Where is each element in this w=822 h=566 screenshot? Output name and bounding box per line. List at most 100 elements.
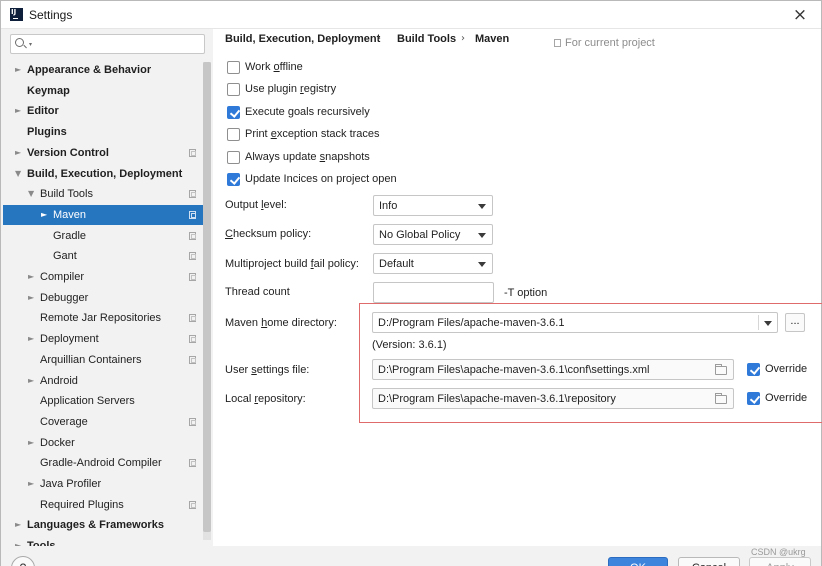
- apply-button[interactable]: Apply: [749, 557, 811, 566]
- tree-item-deployment[interactable]: ► Deployment: [3, 329, 211, 349]
- chevron-right-icon[interactable]: ►: [28, 433, 34, 453]
- tree-item-gradle[interactable]: Gradle: [3, 226, 211, 246]
- chevron-right-icon[interactable]: ►: [28, 371, 34, 391]
- chevron-right-icon[interactable]: ►: [15, 101, 21, 121]
- browse-maven-home-button[interactable]: ...: [785, 313, 805, 332]
- tree-item-debugger[interactable]: ► Debugger: [3, 288, 211, 308]
- dialog-button-bar: ? OK Cancel Apply: [1, 546, 821, 566]
- tree-item-gant[interactable]: Gant: [3, 246, 211, 266]
- chevron-down-icon[interactable]: ▼: [15, 164, 21, 184]
- thread-count-input[interactable]: [373, 282, 494, 303]
- tree-item-compiler[interactable]: ► Compiler: [3, 267, 211, 287]
- chevron-down-icon: [478, 204, 486, 209]
- settings-dialog: IJ Settings × ▾ ► Appearance & Behavior Ke…: [0, 0, 822, 566]
- work-offline-checkbox[interactable]: [227, 61, 240, 74]
- tree-item-label: Appearance & Behavior: [27, 64, 152, 76]
- breadcrumb-separator: ›: [377, 33, 381, 44]
- chevron-down-icon: [478, 262, 486, 267]
- tree-item-languages-frameworks[interactable]: ► Languages & Frameworks: [3, 515, 211, 535]
- always-update-snapshots-checkbox[interactable]: [227, 151, 240, 164]
- search-icon: [15, 38, 24, 47]
- checksum-policy-select[interactable]: No Global Policy: [373, 224, 493, 245]
- maven-home-label: Maven home directory:: [225, 317, 337, 329]
- user-settings-override-checkbox[interactable]: [747, 363, 760, 376]
- checksum-policy-label: Checksum policy:: [225, 228, 312, 240]
- chevron-down-icon[interactable]: ▼: [28, 184, 34, 204]
- tree-item-label: Deployment: [40, 333, 99, 346]
- chevron-down-icon[interactable]: [764, 321, 772, 326]
- execute-goals-recursively-checkbox[interactable]: [227, 106, 240, 119]
- project-scope-icon: [189, 355, 196, 364]
- user-settings-value: D:\Program Files\apache-maven-3.6.1\conf…: [378, 364, 650, 376]
- local-repository-override-label: Override: [765, 392, 808, 404]
- tree-scroll-thumb[interactable]: [203, 62, 211, 532]
- folder-icon[interactable]: [715, 393, 727, 404]
- chevron-right-icon[interactable]: ►: [28, 329, 34, 349]
- tree-item-gradle-android-compiler[interactable]: Gradle-Android Compiler: [3, 453, 211, 473]
- close-button[interactable]: ×: [789, 5, 811, 25]
- user-settings-input[interactable]: D:\Program Files\apache-maven-3.6.1\conf…: [372, 359, 734, 380]
- tree-item-label: Java Profiler: [40, 478, 102, 490]
- chevron-right-icon[interactable]: ►: [15, 143, 21, 163]
- tree-item-label: Remote Jar Repositories: [40, 312, 162, 325]
- tree-item-editor[interactable]: ► Editor: [3, 101, 211, 121]
- cancel-button[interactable]: Cancel: [678, 557, 740, 566]
- chevron-right-icon[interactable]: ►: [41, 205, 47, 225]
- maven-home-value[interactable]: D:/Program Files/apache-maven-3.6.1: [378, 317, 564, 329]
- thread-count-hint: -T option: [504, 287, 548, 299]
- tree-item-label: Keymap: [27, 84, 70, 97]
- tree-item-label: Required Plugins: [40, 498, 124, 511]
- ok-button[interactable]: OK: [608, 557, 668, 566]
- tree-item-build-execution-deployment[interactable]: ▼ Build, Execution, Deployment: [3, 164, 211, 184]
- tree-item-required-plugins[interactable]: Required Plugins: [3, 495, 211, 515]
- project-scope-icon: [189, 459, 196, 468]
- window-title: Settings: [29, 8, 73, 22]
- chevron-right-icon[interactable]: ►: [28, 474, 34, 494]
- tree-item-appearance-behavior[interactable]: ► Appearance & Behavior: [3, 60, 211, 80]
- output-level-select[interactable]: Info: [373, 195, 493, 216]
- settings-search-input[interactable]: ▾: [10, 34, 205, 54]
- tree-item-android[interactable]: ► Android: [3, 371, 211, 391]
- user-settings-label: User settings file:: [225, 364, 310, 376]
- tree-item-remote-jar-repositories[interactable]: Remote Jar Repositories: [3, 308, 211, 328]
- chevron-right-icon[interactable]: ►: [15, 60, 21, 80]
- chevron-right-icon[interactable]: ►: [28, 267, 34, 287]
- chevron-right-icon[interactable]: ►: [15, 515, 21, 535]
- tree-item-version-control[interactable]: ► Version Control: [3, 143, 211, 163]
- execute-goals-recursively-label: Execute goals recursively: [245, 106, 370, 118]
- tree-item-java-profiler[interactable]: ► Java Profiler: [3, 474, 211, 494]
- search-options-caret[interactable]: ▾: [29, 41, 32, 48]
- use-plugin-registry-checkbox[interactable]: [227, 83, 240, 96]
- tree-item-label: Docker: [40, 436, 75, 449]
- local-repository-override-checkbox[interactable]: [747, 392, 760, 405]
- chevron-right-icon[interactable]: ►: [28, 288, 34, 308]
- project-scope-icon: [189, 335, 196, 344]
- breadcrumb-item-build-execution-deployment[interactable]: Build, Execution, Deployment: [225, 33, 380, 45]
- tree-item-build-tools[interactable]: ▼ Build Tools: [3, 184, 211, 204]
- tree-item-label: Arquillian Containers: [40, 353, 142, 366]
- tree-item-keymap[interactable]: Keymap: [3, 81, 211, 101]
- thread-count-label: Thread count: [225, 286, 290, 298]
- tree-item-label: Application Servers: [40, 395, 135, 408]
- breadcrumb-item-build-tools[interactable]: Build Tools: [397, 33, 456, 45]
- maven-home-combo[interactable]: D:/Program Files/apache-maven-3.6.1: [372, 312, 778, 333]
- folder-icon[interactable]: [715, 364, 727, 375]
- tree-item-application-servers[interactable]: Application Servers: [3, 391, 211, 411]
- local-repository-input[interactable]: D:\Program Files\apache-maven-3.6.1\repo…: [372, 388, 734, 409]
- tree-item-label: Compiler: [40, 271, 85, 283]
- update-indices-checkbox[interactable]: [227, 173, 240, 186]
- output-level-value: Info: [379, 200, 398, 212]
- tree-item-docker[interactable]: ► Docker: [3, 433, 211, 453]
- project-scope-icon: [189, 500, 196, 509]
- project-scope-icon: [189, 231, 196, 240]
- print-exception-stack-traces-checkbox[interactable]: [227, 128, 240, 141]
- tree-item-arquillian-containers[interactable]: Arquillian Containers: [3, 350, 211, 370]
- tree-item-plugins[interactable]: Plugins: [3, 122, 211, 142]
- maven-version-text: (Version: 3.6.1): [372, 339, 447, 351]
- tree-item-maven[interactable]: ► Maven: [3, 204, 211, 225]
- multiproject-fail-policy-select[interactable]: Default: [373, 253, 493, 274]
- project-scope-icon: [189, 190, 196, 199]
- tree-item-coverage[interactable]: Coverage: [3, 412, 211, 432]
- tree-scrollbar[interactable]: [203, 62, 211, 540]
- help-button[interactable]: ?: [11, 556, 35, 566]
